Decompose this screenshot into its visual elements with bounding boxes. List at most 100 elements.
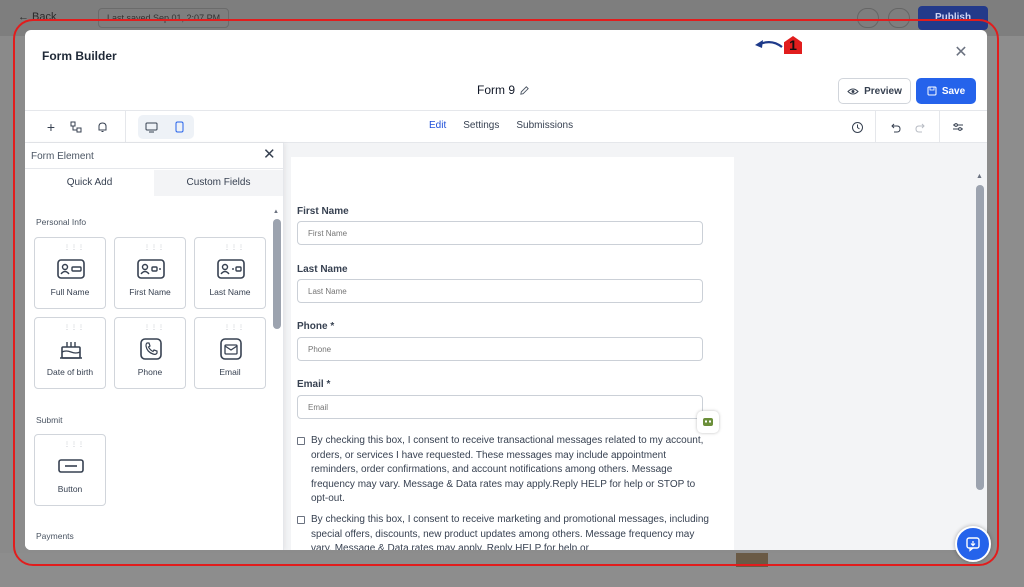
toolbar-divider bbox=[875, 111, 876, 144]
field-tool-chip[interactable] bbox=[697, 411, 719, 433]
element-card-full-name[interactable]: ⋮⋮⋮ Full Name bbox=[34, 237, 106, 309]
element-card-phone[interactable]: ⋮⋮⋮ Phone bbox=[114, 317, 186, 389]
first-name-label: First Name bbox=[297, 206, 349, 217]
drag-handle-icon: ⋮⋮⋮ bbox=[224, 245, 245, 251]
button-icon bbox=[57, 455, 85, 477]
back-link[interactable]: ← Back bbox=[18, 11, 57, 23]
consent-transactional-checkbox[interactable] bbox=[297, 437, 305, 445]
toolbar-divider bbox=[125, 111, 126, 144]
drag-handle-icon: ⋮⋮⋮ bbox=[64, 325, 85, 331]
preview-label: Preview bbox=[864, 85, 902, 97]
pencil-icon[interactable] bbox=[519, 85, 530, 96]
drag-handle-icon: ⋮⋮⋮ bbox=[144, 325, 165, 331]
phone-label: Phone * bbox=[297, 321, 335, 332]
panel-scrollbar[interactable] bbox=[273, 219, 281, 329]
last-name-input[interactable] bbox=[297, 279, 703, 303]
form-preview: First Name Last Name Phone * Email * By … bbox=[291, 157, 734, 550]
chat-support-button[interactable] bbox=[955, 526, 991, 562]
panel-header: Form Element ✕ bbox=[25, 143, 284, 169]
form-name[interactable]: Form 9 bbox=[477, 83, 530, 97]
desktop-icon[interactable] bbox=[142, 118, 160, 136]
phone-input[interactable] bbox=[297, 337, 703, 361]
layers-icon[interactable] bbox=[67, 118, 85, 136]
device-toggle bbox=[138, 115, 194, 139]
card-label: Date of birth bbox=[46, 367, 94, 377]
card-label: Last Name bbox=[209, 287, 251, 297]
floppy-icon bbox=[927, 86, 937, 96]
drag-handle-icon: ⋮⋮⋮ bbox=[224, 325, 245, 331]
id-card-icon bbox=[137, 258, 165, 280]
undo-icon[interactable] bbox=[886, 118, 904, 136]
robot-icon bbox=[703, 417, 713, 426]
step-badge: 1 bbox=[784, 36, 802, 54]
id-card-icon bbox=[57, 258, 85, 280]
panel-close-icon[interactable]: ✕ bbox=[263, 147, 276, 163]
panel-scroll-up-arrow[interactable]: ▲ bbox=[273, 209, 279, 215]
email-label: Email * bbox=[297, 379, 331, 390]
last-saved-indicator: Last saved Sep 01, 2:07 PM bbox=[98, 8, 230, 28]
bell-icon[interactable] bbox=[93, 118, 111, 136]
tab-quick-add[interactable]: Quick Add bbox=[25, 170, 154, 196]
curved-arrow-icon bbox=[755, 40, 783, 48]
save-button[interactable]: Save bbox=[916, 78, 976, 104]
builder-toolbar: + Edit Settings Submissions bbox=[25, 110, 987, 144]
scroll-up-arrow[interactable]: ▲ bbox=[976, 173, 983, 180]
modal-title: Form Builder bbox=[42, 49, 117, 63]
panel-title: Form Element bbox=[31, 151, 94, 162]
last-name-label: Last Name bbox=[297, 264, 348, 275]
cake-icon bbox=[57, 338, 85, 360]
background-bell-icon[interactable] bbox=[888, 8, 910, 28]
element-card-email[interactable]: ⋮⋮⋮ Email bbox=[194, 317, 266, 389]
preview-button[interactable]: Preview bbox=[838, 78, 911, 104]
drag-handle-icon: ⋮⋮⋮ bbox=[64, 442, 85, 448]
envelope-icon bbox=[217, 338, 245, 360]
tab-submissions[interactable]: Submissions bbox=[516, 120, 573, 131]
history-icon[interactable] bbox=[848, 118, 866, 136]
chat-icon bbox=[966, 537, 980, 552]
tab-custom-fields[interactable]: Custom Fields bbox=[154, 170, 283, 196]
close-icon[interactable]: ✕ bbox=[952, 44, 970, 62]
tab-edit[interactable]: Edit bbox=[429, 120, 446, 131]
section-payments: Payments bbox=[36, 531, 74, 541]
step-annotation: 1 bbox=[752, 36, 802, 54]
consent-marketing: By checking this box, I consent to recei… bbox=[297, 513, 709, 550]
card-label: Phone bbox=[137, 367, 163, 377]
background-bottom-strip bbox=[0, 553, 1024, 587]
panel-tabs: Quick Add Custom Fields bbox=[25, 170, 284, 196]
background-left-strip bbox=[0, 36, 20, 587]
save-label: Save bbox=[941, 85, 966, 97]
drag-handle-icon: ⋮⋮⋮ bbox=[64, 245, 85, 251]
tab-settings[interactable]: Settings bbox=[463, 120, 499, 131]
section-personal-info: Personal Info bbox=[36, 217, 87, 227]
consent-transactional: By checking this box, I consent to recei… bbox=[297, 434, 709, 507]
consent-transactional-text: By checking this box, I consent to recei… bbox=[311, 435, 704, 504]
card-label: Button bbox=[57, 484, 83, 494]
form-builder-modal: Form Builder ✕ Form 9 Preview Save + Edi… bbox=[25, 30, 987, 550]
publish-button[interactable]: Publish bbox=[918, 6, 988, 30]
element-card-first-name[interactable]: ⋮⋮⋮ First Name bbox=[114, 237, 186, 309]
element-card-last-name[interactable]: ⋮⋮⋮ Last Name bbox=[194, 237, 266, 309]
drag-handle-icon: ⋮⋮⋮ bbox=[144, 245, 165, 251]
card-label: Full Name bbox=[50, 287, 90, 297]
redo-icon[interactable] bbox=[912, 118, 930, 136]
phone-icon bbox=[137, 338, 165, 360]
sliders-icon[interactable] bbox=[949, 118, 967, 136]
email-input[interactable] bbox=[297, 395, 703, 419]
background-preview-icon[interactable] bbox=[857, 8, 879, 28]
section-submit: Submit bbox=[36, 415, 63, 425]
mobile-icon[interactable] bbox=[170, 118, 188, 136]
canvas-scrollbar[interactable] bbox=[976, 185, 984, 490]
form-name-text: Form 9 bbox=[477, 83, 516, 97]
card-label: Email bbox=[219, 367, 241, 377]
eye-icon bbox=[847, 88, 859, 94]
element-card-button[interactable]: ⋮⋮⋮ Button bbox=[34, 434, 106, 506]
background-scroll-marker bbox=[736, 553, 768, 567]
id-card-icon bbox=[217, 258, 245, 280]
consent-marketing-text: By checking this box, I consent to recei… bbox=[311, 514, 709, 550]
consent-marketing-checkbox[interactable] bbox=[297, 516, 305, 524]
first-name-input[interactable] bbox=[297, 221, 703, 245]
element-card-date-of-birth[interactable]: ⋮⋮⋮ Date of birth bbox=[34, 317, 106, 389]
form-element-panel: Form Element ✕ Quick Add Custom Fields P… bbox=[25, 143, 284, 550]
add-icon[interactable]: + bbox=[42, 118, 60, 136]
card-label: First Name bbox=[129, 287, 171, 297]
